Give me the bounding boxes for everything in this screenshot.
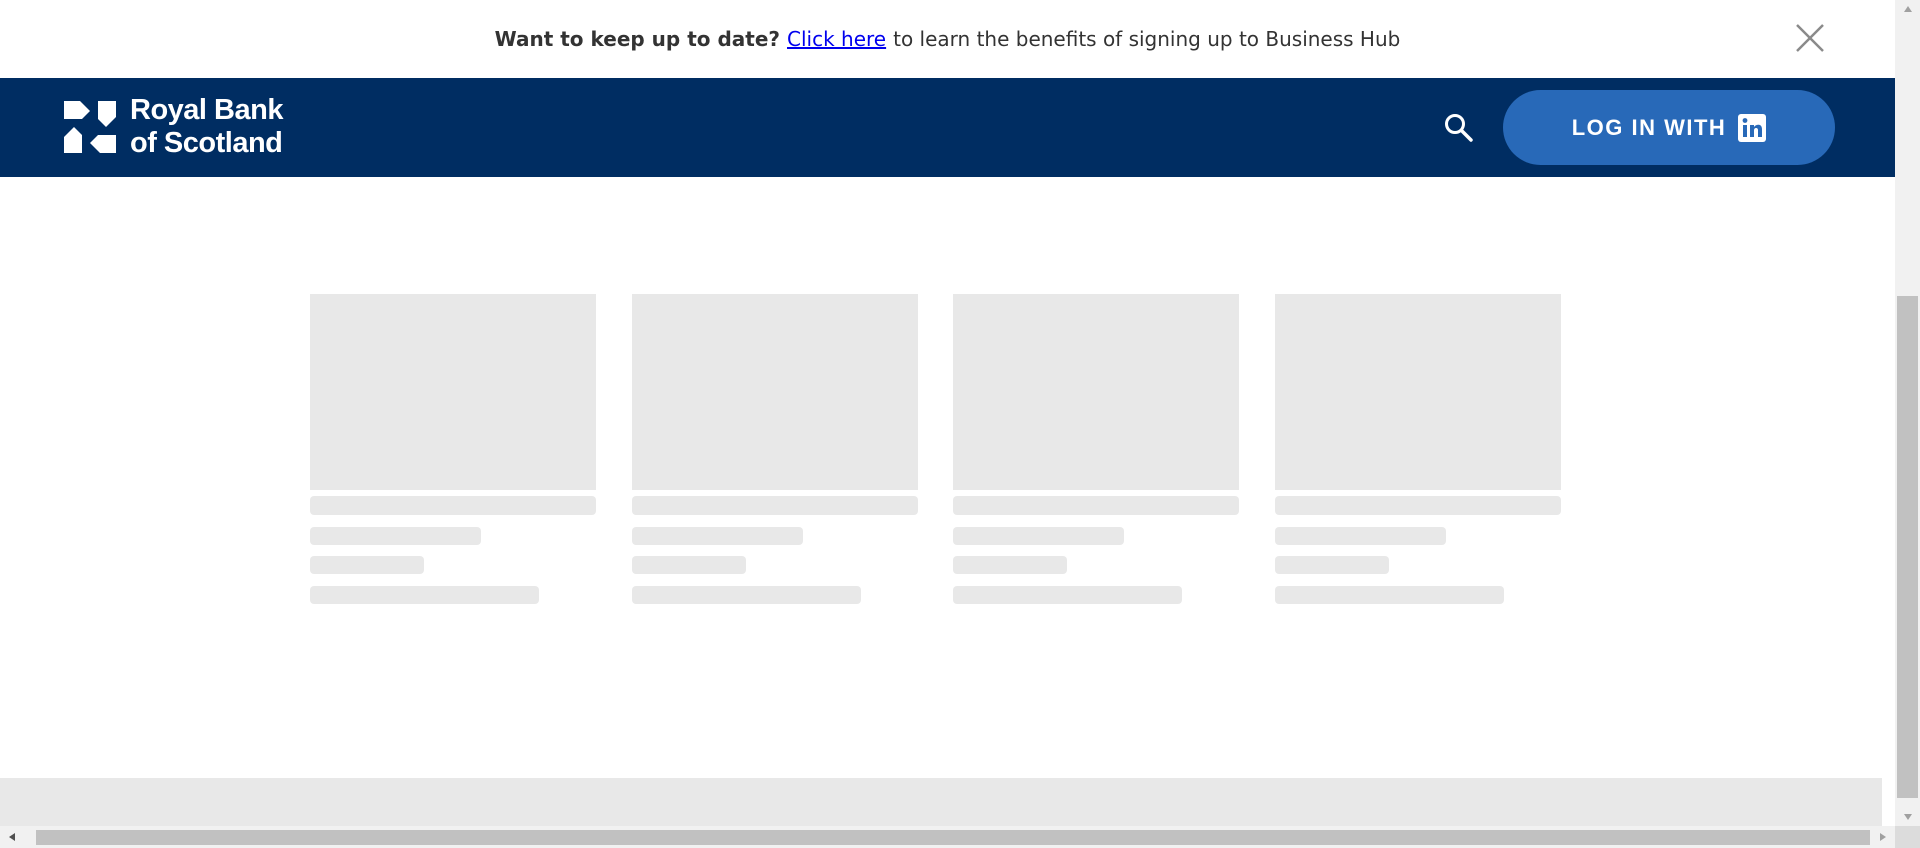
skeleton-line: [632, 586, 861, 604]
skeleton-card: [310, 294, 596, 614]
horizontal-scrollbar[interactable]: [0, 826, 1895, 848]
skeleton-line: [1275, 527, 1446, 545]
logo-line-2: of Scotland: [130, 127, 283, 159]
login-with-linkedin-button[interactable]: LOG IN WITH: [1503, 90, 1835, 165]
skeleton-line: [1275, 496, 1561, 515]
skeleton-line: [310, 586, 539, 604]
notice-message: Want to keep up to date? Click here to l…: [0, 0, 1895, 78]
skeleton-image: [1275, 294, 1561, 490]
logo-wordmark: Royal Bank of Scotland: [130, 94, 283, 160]
logo-line-1: Royal Bank: [130, 94, 283, 126]
close-icon[interactable]: [1794, 22, 1826, 54]
vertical-scroll-thumb[interactable]: [1897, 296, 1918, 798]
skeleton-line: [310, 527, 481, 545]
skeleton-line: [310, 496, 596, 515]
rbs-logo[interactable]: Royal Bank of Scotland: [60, 92, 283, 162]
skeleton-line: [953, 586, 1182, 604]
skeleton-card: [1275, 294, 1561, 614]
skeleton-line: [632, 556, 746, 574]
skeleton-line: [953, 527, 1124, 545]
skeleton-line: [310, 556, 424, 574]
login-button-label: LOG IN WITH: [1571, 114, 1727, 140]
skeleton-line: [1275, 556, 1389, 574]
notice-lead-text: Want to keep up to date?: [494, 27, 781, 51]
skeleton-line: [1275, 586, 1504, 604]
skeleton-line: [953, 496, 1239, 515]
horizontal-scroll-thumb[interactable]: [36, 830, 1870, 845]
linkedin-icon: [1738, 113, 1767, 142]
search-icon[interactable]: [1443, 112, 1475, 144]
skeleton-line: [953, 556, 1067, 574]
skeleton-card: [632, 294, 918, 614]
skeleton-image: [632, 294, 918, 490]
scrollbar-corner: [1895, 826, 1920, 848]
skeleton-line: [632, 527, 803, 545]
notice-banner: Want to keep up to date? Click here to l…: [0, 0, 1895, 78]
skeleton-image: [310, 294, 596, 490]
skeleton-image: [953, 294, 1239, 490]
skeleton-line: [632, 496, 918, 515]
notice-click-here-link[interactable]: Click here: [787, 27, 886, 51]
page: Want to keep up to date? Click here to l…: [0, 0, 1895, 826]
site-header: Royal Bank of Scotland LOG IN WITH: [0, 78, 1895, 177]
scroll-right-arrow-icon[interactable]: [1873, 826, 1893, 848]
card-grid-loading: [310, 294, 1562, 614]
scroll-down-arrow-icon[interactable]: [1895, 808, 1920, 826]
vertical-scrollbar[interactable]: [1895, 0, 1920, 826]
scroll-left-arrow-icon[interactable]: [2, 826, 22, 848]
footer-band: [0, 778, 1882, 826]
skeleton-card: [953, 294, 1239, 614]
rbs-daisy-logo-icon: [64, 101, 116, 153]
notice-tail-text: to learn the benefits of signing up to B…: [893, 27, 1401, 51]
scroll-up-arrow-icon[interactable]: [1895, 0, 1920, 18]
